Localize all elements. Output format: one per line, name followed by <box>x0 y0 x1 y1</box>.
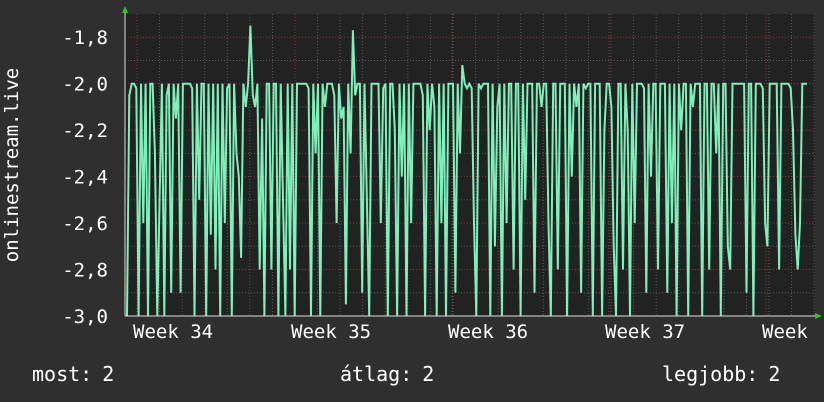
footer-current: most: 2 <box>32 362 114 386</box>
y-tick-label: -2,4 <box>62 167 108 189</box>
x-axis-arrow-icon <box>815 313 822 319</box>
line-chart: -1,8-2,0-2,2-2,4-2,6-2,8-3,0 Week 34 Week… <box>62 6 822 343</box>
y-tick-label: -2,2 <box>62 120 108 142</box>
footer-max: legjobb: 2 <box>662 362 780 386</box>
y-tick-label: -2,6 <box>62 213 108 235</box>
current-value: 2 <box>102 362 115 386</box>
y-axis-arrow-icon <box>122 6 128 13</box>
current-label: most: <box>32 362 93 386</box>
average-label: átlag: <box>340 362 413 386</box>
y-tick-label: -1,8 <box>62 27 108 49</box>
x-tick-labels: Week 34 Week 35 Week 36 Week 37 Week <box>133 321 808 343</box>
x-tick-label: Week 36 <box>448 321 528 343</box>
y-axis-label: onlinestream.live <box>1 67 23 263</box>
y-tick-label: -2,0 <box>62 74 108 96</box>
max-value: 2 <box>768 362 781 386</box>
y-tick-label: -2,8 <box>62 260 108 282</box>
y-tick-label: -3,0 <box>62 306 108 328</box>
y-tick-labels: -1,8 -2,0 -2,2 -2,4 -2,6 -2,8 -3,0 <box>62 27 108 328</box>
plot-area <box>125 14 815 316</box>
x-tick-label: Week <box>762 321 808 343</box>
x-tick-label: Week 35 <box>291 321 371 343</box>
footer-average: átlag: 2 <box>340 362 434 386</box>
max-label: legjobb: <box>662 362 759 386</box>
x-tick-label: Week 37 <box>605 321 685 343</box>
average-value: 2 <box>422 362 435 386</box>
x-tick-label: Week 34 <box>133 321 213 343</box>
